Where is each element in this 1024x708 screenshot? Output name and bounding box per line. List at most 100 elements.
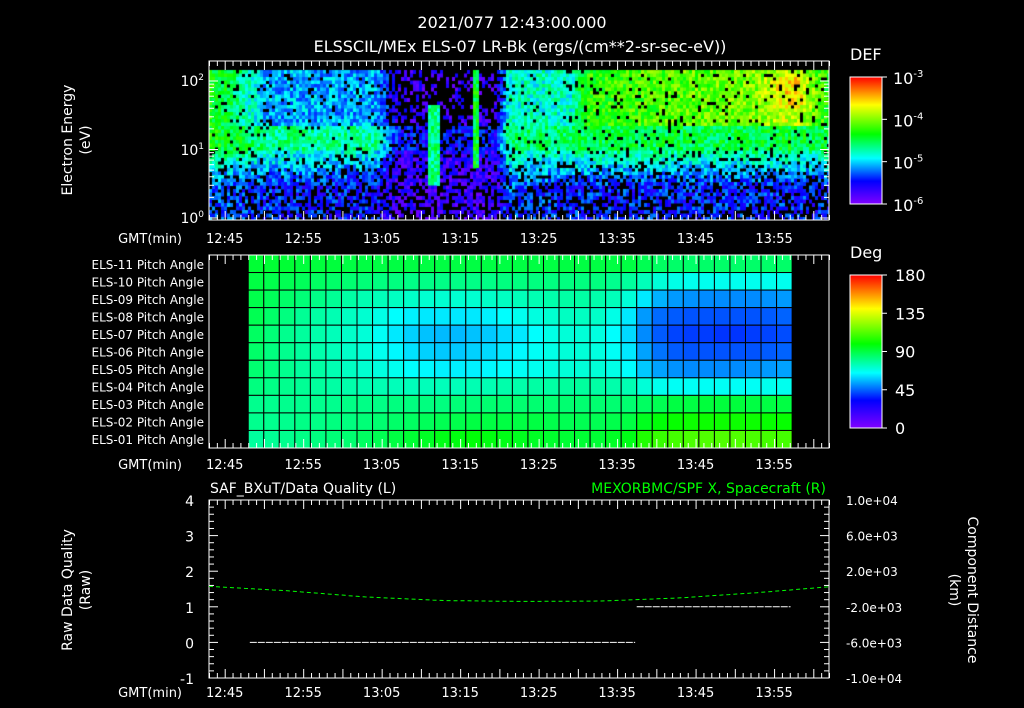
pitch-angle-cell — [496, 254, 513, 274]
pitch-angle-cell — [760, 394, 778, 414]
pitch-angle-cell — [574, 289, 591, 309]
pitch-angle-cell — [682, 272, 700, 291]
spectrogram-panel: 102 101 100 Electron Energy (eV) DEF 10-… — [60, 45, 923, 227]
pitch-angle-cell — [620, 307, 638, 326]
pitch-angle-cell — [309, 272, 327, 291]
time-tick-label: 12:45 — [206, 458, 243, 473]
time-tick-label: 13:05 — [363, 458, 400, 473]
time-tick-label: 12:55 — [284, 232, 321, 247]
pitch-angle-cell — [542, 429, 560, 449]
distance-axis-label: Component Distance — [964, 517, 980, 664]
pitch-angle-cell — [651, 254, 669, 274]
left-series-title: SAF_BXuT/Data Quality (L) — [210, 481, 396, 497]
distance-tick-label: -6.0e+03 — [846, 636, 902, 650]
pitch-angle-cell — [527, 377, 544, 396]
pitch-angle-cell — [636, 324, 653, 344]
pitch-angle-cell — [651, 307, 669, 326]
pitch-angle-cell — [682, 394, 700, 414]
pitch-angle-cell — [325, 324, 342, 344]
time-tick-label: 13:55 — [755, 686, 792, 701]
pitch-angle-cell — [682, 289, 700, 309]
pitch-angle-cell — [309, 377, 327, 396]
pitch-angle-cell — [605, 324, 622, 344]
pitch-angle-cell — [558, 394, 576, 414]
pitch-angle-cell — [449, 307, 467, 326]
pitch-angle-cell — [620, 429, 638, 449]
pitch-angle-cell — [511, 394, 529, 414]
pitch-angle-cell — [636, 307, 653, 326]
pitch-angle-cell — [589, 359, 607, 379]
pitch-angle-cell — [278, 377, 296, 396]
pitch-angle-cell — [465, 412, 482, 431]
pitch-angle-cell — [340, 429, 358, 449]
pitch-angle-cell — [263, 359, 280, 379]
pitch-angle-cell — [636, 289, 653, 309]
pitch-angle-cell — [356, 342, 374, 361]
pitch-angle-cell — [294, 324, 311, 344]
energy-axis-unit: (eV) — [78, 125, 94, 154]
pitch-angle-cell — [589, 307, 607, 326]
svg-text:100: 100 — [180, 210, 204, 227]
pitch-angle-cell — [620, 289, 638, 309]
pitch-angle-cell — [418, 289, 436, 309]
pitch-angle-cell — [527, 254, 544, 274]
pitch-angle-cell — [387, 289, 405, 309]
pitch-angle-cell — [558, 272, 576, 291]
pitch-angle-cell — [480, 394, 498, 414]
pitch-angle-cell — [511, 429, 529, 449]
pitch-angle-row-label: ELS-10 Pitch Angle — [92, 275, 204, 289]
pitch-angle-cell — [729, 342, 746, 361]
pitch-angle-cell — [465, 342, 482, 361]
pitch-angle-cell — [558, 377, 576, 396]
pitch-angle-cell — [698, 377, 715, 396]
pitch-angle-cell — [760, 324, 778, 344]
pitch-angle-cell — [247, 394, 265, 414]
pitch-angle-row-label: ELS-01 Pitch Angle — [92, 433, 204, 447]
pitch-angle-cell — [713, 272, 731, 291]
pitch-angle-cell — [403, 272, 420, 291]
time-tick-label: 12:45 — [206, 686, 243, 701]
pitch-angle-row-label: ELS-04 Pitch Angle — [92, 381, 204, 395]
pitch-angle-cell — [744, 377, 762, 396]
pitch-angle-cell — [418, 342, 436, 361]
pitch-angle-cell — [698, 342, 715, 361]
pitch-angle-cell — [418, 412, 436, 431]
def-colorbar-tick: 10-3 — [882, 69, 923, 88]
pitch-angle-cell — [309, 394, 327, 414]
pitch-angle-cell — [542, 254, 560, 274]
pitch-angle-cell — [356, 254, 374, 274]
time-tick-label: 13:15 — [441, 232, 478, 247]
quality-tick-label: 2 — [185, 565, 194, 581]
energy-tick-100: 102 — [180, 73, 204, 90]
pitch-angle-cell — [263, 324, 280, 344]
pitch-angle-cell — [434, 272, 451, 291]
pitch-angle-cell — [263, 429, 280, 449]
pitch-angle-cell — [247, 272, 265, 291]
pitch-angle-cell — [667, 254, 684, 274]
pitch-angle-cell — [776, 324, 793, 344]
pitch-angle-cell — [356, 429, 374, 449]
pitch-angle-cell — [247, 289, 265, 309]
pitch-angle-cell — [713, 394, 731, 414]
pitch-angle-cell — [278, 254, 296, 274]
pitch-angle-cell — [558, 429, 576, 449]
right-series-title: MEXORBMC/SPF X, Spacecraft (R) — [591, 481, 826, 497]
pitch-angle-cell — [713, 412, 731, 431]
distance-tick-label: 6.0e+03 — [846, 530, 898, 544]
pitch-angle-cell — [542, 342, 560, 361]
time-tick-label: 13:45 — [677, 686, 714, 701]
pitch-angle-cell — [542, 272, 560, 291]
pitch-angle-cell — [682, 377, 700, 396]
pitch-angle-cell — [340, 412, 358, 431]
pitch-angle-cell — [496, 289, 513, 309]
pitch-angle-cell — [558, 254, 576, 274]
pitch-angle-cell — [651, 359, 669, 379]
pitch-angle-row-label: ELS-02 Pitch Angle — [92, 416, 204, 430]
pitch-angle-cell — [294, 289, 311, 309]
time-tick-label: 12:55 — [284, 686, 321, 701]
quality-axis-label: Raw Data Quality — [60, 529, 76, 651]
pitch-angle-cell — [776, 412, 793, 431]
def-colorbar-label: DEF — [850, 45, 882, 64]
pitch-angle-row-label: ELS-03 Pitch Angle — [92, 398, 204, 412]
pitch-angle-cell — [511, 272, 529, 291]
